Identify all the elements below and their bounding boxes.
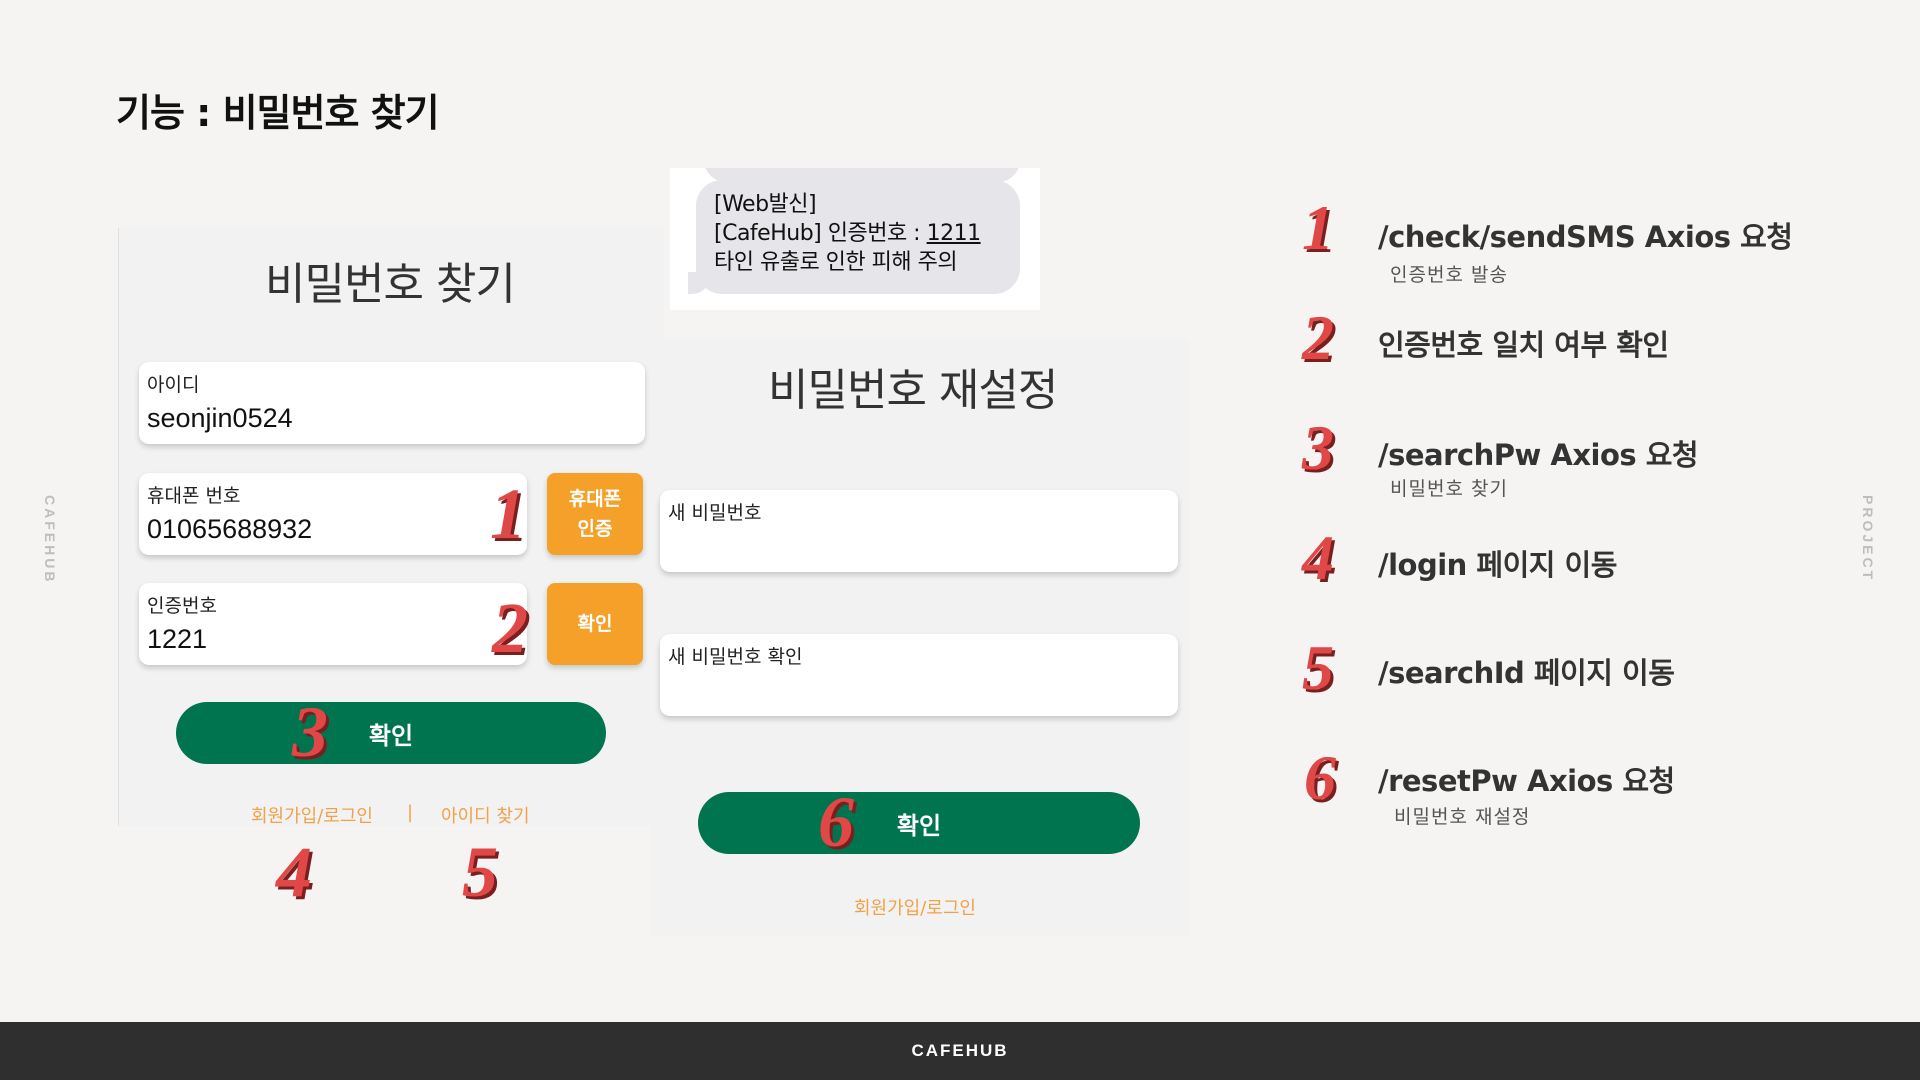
- step-6-number: 6: [1304, 742, 1336, 813]
- footer-brand: CAFEHUB: [911, 1041, 1009, 1060]
- id-field-label: 아이디: [147, 374, 200, 396]
- marker-4: 4: [276, 832, 312, 912]
- code-field[interactable]: 인증번호 1221: [139, 583, 527, 665]
- new-password-label: 새 비밀번호: [668, 502, 762, 524]
- code-confirm-button[interactable]: 확인: [547, 583, 643, 665]
- link-separator: |: [407, 802, 414, 823]
- find-password-submit-button[interactable]: 확인: [176, 702, 606, 764]
- sms-message: [Web발신] [CafeHub] 인증번호 : 1211 타인 유출로 인한 …: [670, 168, 1040, 310]
- sms-code: 1211: [926, 221, 982, 246]
- marker-2: 2: [492, 588, 528, 668]
- new-password-confirm-label: 새 비밀번호 확인: [668, 646, 803, 668]
- marker-3: 3: [292, 692, 328, 772]
- reset-password-heading: 비밀번호 재설정: [768, 365, 1058, 416]
- step-5-number: 5: [1302, 632, 1334, 703]
- reset-password-submit-button[interactable]: 확인: [698, 792, 1140, 854]
- step-1-title: /check/sendSMS Axios 요청: [1378, 220, 1793, 254]
- step-3-title: /searchPw Axios 요청: [1378, 438, 1699, 472]
- phone-field-label: 휴대폰 번호: [147, 485, 241, 507]
- sms-line-2-prefix: [CafeHub] 인증번호 :: [714, 221, 927, 246]
- step-4-number: 4: [1302, 522, 1334, 593]
- step-1-number: 1: [1302, 192, 1334, 263]
- step-2-title: 인증번호 일치 여부 확인: [1378, 328, 1669, 362]
- step-6-title: /resetPw Axios 요청: [1378, 764, 1675, 798]
- step-3-number: 3: [1302, 412, 1334, 483]
- find-password-panel: 비밀번호 찾기 아이디 seonjin0524 휴대폰 번호 010656889…: [118, 228, 664, 828]
- sms-line-2: [CafeHub] 인증번호 : 1211: [714, 219, 1002, 248]
- signup-login-link[interactable]: 회원가입/로그인: [251, 802, 373, 828]
- step-2-number: 2: [1302, 302, 1334, 373]
- footer-bar: CAFEHUB: [0, 1022, 1920, 1080]
- slide-title: 기능 : 비밀번호 찾기: [116, 91, 440, 135]
- phone-verify-label-1: 휴대폰: [568, 488, 622, 510]
- phone-field[interactable]: 휴대폰 번호 01065688932: [139, 473, 527, 555]
- side-label-left: CAFEHUB: [42, 495, 58, 585]
- code-field-value: 1221: [147, 624, 208, 654]
- reset-signup-login-link[interactable]: 회원가입/로그인: [854, 894, 976, 920]
- sms-line-3: 타인 유출로 인한 피해 주의: [714, 250, 958, 275]
- id-field[interactable]: 아이디 seonjin0524: [139, 362, 645, 444]
- marker-1: 1: [490, 474, 526, 554]
- id-field-value: seonjin0524: [147, 403, 293, 433]
- step-5-title: /searchId 페이지 이동: [1378, 656, 1675, 690]
- step-3-sub: 비밀번호 찾기: [1390, 478, 1508, 500]
- code-field-label: 인증번호: [147, 595, 217, 617]
- sms-bubble: [Web발신] [CafeHub] 인증번호 : 1211 타인 유출로 인한 …: [696, 180, 1020, 294]
- reset-password-panel: 비밀번호 재설정 새 비밀번호 새 비밀번호 확인 확인 회원가입/로그인: [650, 340, 1190, 936]
- step-6-sub: 비밀번호 재설정: [1394, 806, 1531, 828]
- step-4-title: /login 페이지 이동: [1378, 548, 1617, 582]
- phone-field-value: 01065688932: [147, 514, 313, 544]
- find-id-link[interactable]: 아이디 찾기: [441, 802, 530, 828]
- find-password-heading: 비밀번호 찾기: [265, 259, 516, 310]
- new-password-confirm-field[interactable]: 새 비밀번호 확인: [660, 634, 1178, 716]
- marker-6: 6: [818, 782, 854, 862]
- phone-verify-label-2: 인증: [577, 518, 613, 540]
- side-label-right: PROJECT: [1860, 495, 1876, 583]
- marker-5: 5: [462, 832, 498, 912]
- sms-line-1: [Web발신]: [714, 192, 817, 217]
- new-password-field[interactable]: 새 비밀번호: [660, 490, 1178, 572]
- step-1-sub: 인증번호 발송: [1390, 264, 1508, 286]
- phone-verify-button[interactable]: 휴대폰 인증: [547, 473, 643, 555]
